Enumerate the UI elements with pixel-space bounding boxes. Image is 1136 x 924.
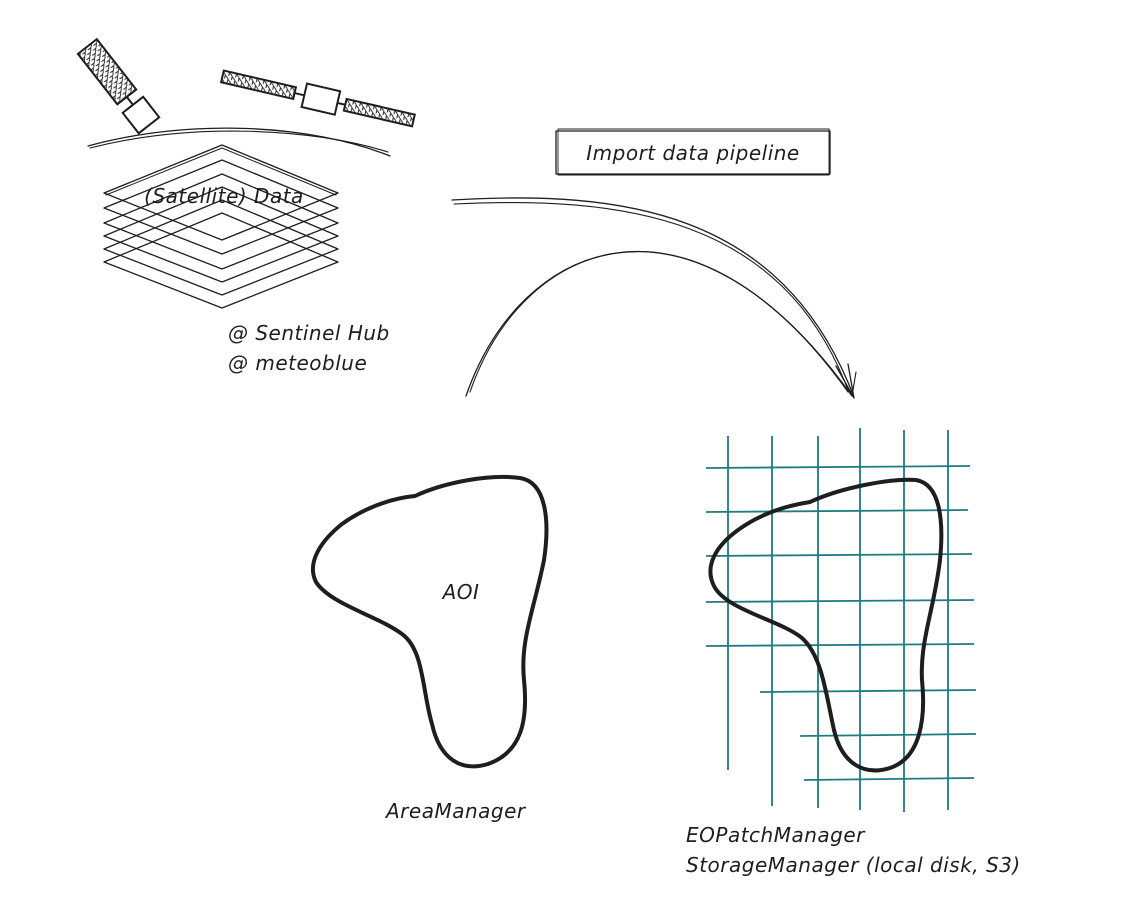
storage-manager-label: StorageManager (local disk, S3) bbox=[686, 853, 1021, 877]
source-meteoblue: @ meteoblue bbox=[228, 351, 367, 375]
eopatch-manager-label: EOPatchManager bbox=[686, 823, 866, 847]
area-manager-label: AreaManager bbox=[384, 799, 527, 823]
pipeline-label: Import data pipeline bbox=[586, 141, 800, 165]
satellite-icon bbox=[219, 69, 416, 128]
data-stack bbox=[103, 144, 339, 309]
aoi-label: AOI bbox=[441, 580, 480, 604]
diagram-svg: (Satellite) Data @ Sentinel Hub @ meteob… bbox=[76, 37, 1021, 877]
aoi-shape bbox=[310, 474, 549, 769]
satellite-icon bbox=[76, 37, 161, 135]
diagram-canvas: (Satellite) Data @ Sentinel Hub @ meteob… bbox=[0, 0, 1136, 920]
aoi-shape-gridded bbox=[708, 477, 944, 773]
pipeline-arrow bbox=[451, 197, 857, 399]
source-sentinel-hub: @ Sentinel Hub bbox=[228, 321, 390, 345]
data-stack-label: (Satellite) Data bbox=[144, 184, 304, 208]
eopatch-grid bbox=[705, 428, 977, 812]
